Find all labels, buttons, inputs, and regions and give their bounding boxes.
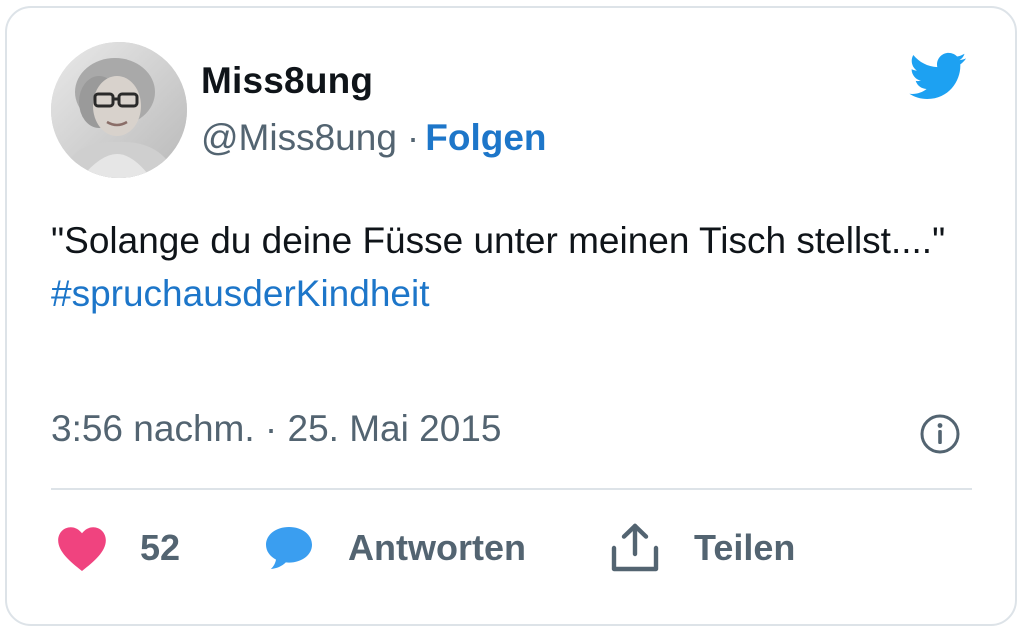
follow-button[interactable]: Folgen (425, 117, 546, 158)
speech-bubble-icon (266, 527, 312, 569)
share-upload-icon (611, 523, 659, 572)
like-count: 52 (140, 527, 181, 568)
reply-button[interactable]: Antworten (262, 520, 526, 576)
info-icon[interactable] (919, 413, 961, 455)
display-name[interactable]: Miss8ung (201, 60, 373, 102)
share-label: Teilen (694, 527, 796, 568)
hashtag-link[interactable]: #spruchausderKindheit (51, 267, 951, 320)
reply-label: Antworten (348, 527, 526, 568)
handle-row: @Miss8ung · Folgen (201, 117, 547, 159)
heart-icon (58, 527, 106, 571)
tweet-body: "Solange du deine Füsse unter meinen Tis… (51, 214, 951, 320)
tweet-timestamp[interactable]: 3:56 nachm. · 25. Mai 2015 (51, 408, 501, 450)
avatar[interactable] (51, 42, 187, 178)
twitter-bird-icon[interactable] (904, 46, 970, 106)
separator-dot: · (406, 117, 420, 158)
user-handle[interactable]: @Miss8ung (201, 117, 397, 158)
share-button[interactable]: Teilen (606, 520, 795, 576)
divider (51, 488, 972, 490)
like-button[interactable]: 52 (56, 520, 180, 576)
tweet-text: "Solange du deine Füsse unter meinen Tis… (51, 220, 946, 261)
avatar-photo (51, 42, 187, 178)
